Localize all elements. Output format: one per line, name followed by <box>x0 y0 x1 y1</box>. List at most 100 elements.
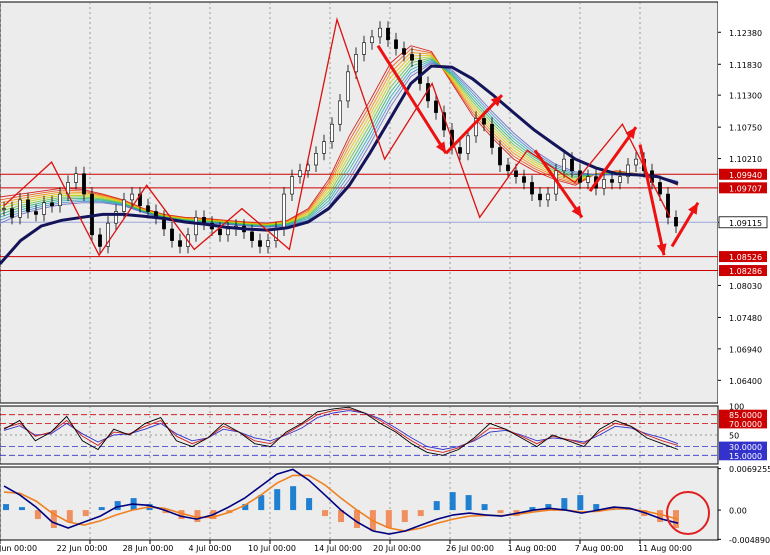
candle-body <box>498 147 502 166</box>
x-tick-label: 11 Aug 00:00 <box>638 544 692 553</box>
macd-level-label: -0.0048908 <box>729 536 770 545</box>
candle-body <box>546 193 550 201</box>
candle-body <box>418 59 422 84</box>
candle-body <box>178 240 182 247</box>
macd-histogram-bar <box>497 510 504 514</box>
macd-histogram-bar <box>481 504 488 511</box>
macd-histogram-bar <box>114 501 121 511</box>
candle-body <box>346 71 350 102</box>
candle-body <box>330 123 334 142</box>
candle-body <box>482 118 486 125</box>
candle-body <box>634 158 638 166</box>
y-tick-label: 1.12380 <box>729 29 762 38</box>
level-label: 1.09707 <box>729 184 762 193</box>
y-tick-label: 1.10210 <box>729 155 762 164</box>
macd-histogram-bar <box>385 510 392 529</box>
level-label: 1.08526 <box>729 253 762 262</box>
candle-body <box>122 199 126 212</box>
x-tick-label: Jun 00:00 <box>0 544 37 553</box>
candle-body <box>34 211 38 215</box>
x-tick-label: 28 Jun 00:00 <box>123 544 174 553</box>
macd-plot-area <box>0 466 719 541</box>
y-tick-label: 1.06940 <box>729 345 762 354</box>
candle-body <box>322 141 326 154</box>
candle-body <box>522 176 526 183</box>
macd-histogram-bar <box>577 495 584 511</box>
candle-body <box>74 173 78 183</box>
x-tick-label: 7 Aug 00:00 <box>575 544 624 553</box>
candle-body <box>42 202 46 215</box>
candle-body <box>338 100 342 125</box>
macd-histogram-bar <box>3 504 9 511</box>
macd-histogram-bar <box>401 510 408 523</box>
candle-body <box>402 48 406 55</box>
forex-chart: 1.12380 1.11830 1.11300 1.10750 1.10210 1.091… <box>0 0 770 555</box>
candle-body <box>2 208 6 210</box>
candle-body <box>26 199 30 212</box>
osc-level-label: 50 <box>729 432 739 441</box>
macd-histogram-bar <box>274 489 281 511</box>
macd-histogram-bar <box>417 510 424 517</box>
candle-body <box>82 173 86 195</box>
macd-panel: 0.0069255 0.00 -0.0048908 <box>0 465 770 545</box>
osc-level-label: 15.0000 <box>729 452 762 461</box>
x-tick-label: 20 Jul 00:00 <box>373 544 421 553</box>
y-tick-label: 1.08030 <box>729 282 762 291</box>
level-label: 1.09940 <box>729 171 762 180</box>
candle-body <box>658 182 662 195</box>
candle-body <box>538 193 542 201</box>
macd-histogram-bar <box>593 504 600 511</box>
y-tick-label: 1.07480 <box>729 314 762 323</box>
macd-level-label: 0.0069255 <box>729 465 770 474</box>
macd-histogram-bar <box>449 492 456 511</box>
candle-body <box>602 179 606 189</box>
candle-body <box>194 217 198 236</box>
osc-level-label: 70.0000 <box>729 420 762 429</box>
macd-histogram-bar <box>194 510 201 523</box>
candle-body <box>586 176 590 183</box>
y-tick-label: 1.10750 <box>729 124 762 133</box>
candle-body <box>218 228 222 236</box>
macd-histogram-bar <box>657 510 664 523</box>
candle-body <box>570 158 574 172</box>
candle-body <box>610 179 614 183</box>
candle-body <box>434 100 438 113</box>
candle-body <box>370 36 374 44</box>
macd-histogram-bar <box>82 510 89 517</box>
macd-histogram-bar <box>465 495 472 511</box>
macd-histogram-bar <box>66 510 73 523</box>
candle-body <box>386 27 390 41</box>
candle-body <box>170 228 174 241</box>
macd-histogram-bar <box>258 495 265 511</box>
candle-body <box>362 42 366 55</box>
x-tick-label: 4 Jul 00:00 <box>189 544 232 553</box>
candle-body <box>410 54 414 61</box>
candle-body <box>266 240 270 247</box>
candle-body <box>514 170 518 177</box>
current-price-label: 1.09115 <box>729 219 762 228</box>
level-label: 1.08286 <box>729 267 762 276</box>
macd-histogram-bar <box>290 486 297 511</box>
candle-body <box>618 176 622 183</box>
candle-body <box>58 193 62 207</box>
x-tick-label: 14 Jul 00:00 <box>314 544 362 553</box>
candle-body <box>98 234 102 247</box>
candle-body <box>458 147 462 154</box>
x-tick-label: 26 Jul 00:00 <box>446 544 494 553</box>
candle-body <box>18 199 22 218</box>
candle-body <box>530 182 534 195</box>
y-tick-label: 1.06400 <box>729 377 762 386</box>
candle-body <box>562 158 566 172</box>
candle-body <box>466 135 470 154</box>
candle-body <box>50 202 54 207</box>
candle-body <box>290 176 294 195</box>
macd-histogram-bar <box>18 507 25 511</box>
candle-body <box>506 164 510 172</box>
macd-histogram-bar <box>353 510 360 529</box>
candle-body <box>258 240 262 247</box>
candle-body <box>394 39 398 49</box>
candle-body <box>378 27 382 38</box>
x-tick-label: 10 Jul 00:00 <box>248 544 296 553</box>
macd-histogram-bar <box>98 507 105 511</box>
candle-body <box>282 193 286 230</box>
